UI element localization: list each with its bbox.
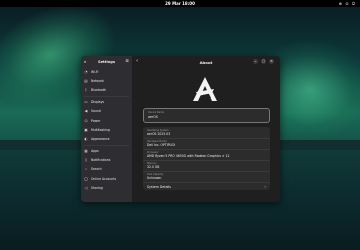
sidebar-item-label: Apps <box>91 149 99 154</box>
sidebar-header: ⌕ Settings ≡ <box>81 56 132 67</box>
sidebar-item-multitasking[interactable]: ▣ Multitasking <box>81 125 132 134</box>
system-status-icons[interactable]: ⊕ ⊙ ⏻ <box>339 1 356 6</box>
info-value: Dell Inc. OPTIPLEX <box>147 143 176 148</box>
settings-window: ⌕ Settings ≡ ◔ Wi-Fi ▤ Network ᛒ Bluetooth ▭ Di… <box>81 56 280 202</box>
sidebar-item-label: Wi-Fi <box>91 69 99 74</box>
top-bar: 29 Mar 18:00 ⊕ ⊙ ⏻ <box>0 0 360 7</box>
sidebar-item-label: Sound <box>91 109 101 114</box>
network-icon: ▤ <box>84 78 88 83</box>
sidebar-item-online-accounts[interactable]: ◯ Online Accounts <box>81 174 132 183</box>
info-row: Hardware Model Dell Inc. OPTIPLEX <box>143 138 270 149</box>
sidebar-item-label: Search <box>91 167 102 172</box>
search-icon: ⌕ <box>84 167 87 172</box>
clock[interactable]: 29 Mar 18:00 <box>0 1 360 6</box>
accounts-icon: ◯ <box>84 176 89 181</box>
sidebar-item-label: Appearance <box>91 136 110 141</box>
sidebar-item-power[interactable]: ⏻ Power <box>81 116 132 125</box>
info-row: Memory 32.0 GB <box>143 160 270 171</box>
sidebar: ⌕ Settings ≡ ◔ Wi-Fi ▤ Network ᛒ Bluetooth ▭ Di… <box>81 56 132 202</box>
sharing-icon: ◁ <box>84 185 88 190</box>
sidebar-item-label: Multitasking <box>91 127 110 132</box>
appearance-icon: ◐ <box>84 136 88 141</box>
info-value: 32.0 GB <box>147 165 160 170</box>
minimize-icon[interactable]: – <box>253 58 258 64</box>
sidebar-item-sound[interactable]: ◀ Sound <box>81 107 132 116</box>
sidebar-item-notifications[interactable]: ◊ Notifications <box>81 156 132 165</box>
sidebar-item-apps[interactable]: ▦ Apps <box>81 147 132 156</box>
about-header: ‹ About – □ × <box>132 56 280 67</box>
sidebar-item-bluetooth[interactable]: ᛒ Bluetooth <box>81 85 132 94</box>
sidebar-item-appearance[interactable]: ◐ Appearance <box>81 134 132 143</box>
info-row: Operating System aerOS 2025.03 <box>143 127 270 138</box>
system-info-card: Operating System aerOS 2025.03 Hardware Mo… <box>143 127 270 190</box>
sidebar-item-search[interactable]: ⌕ Search <box>81 165 132 174</box>
multitasking-icon: ▣ <box>84 127 88 132</box>
sidebar-item-label: Online Accounts <box>91 176 117 181</box>
info-value: Unknown <box>147 176 162 181</box>
info-row: Disk Capacity Unknown <box>143 171 270 182</box>
system-details-label: System Details <box>147 184 171 189</box>
menu-icon[interactable]: ≡ <box>125 59 129 64</box>
sidebar-divider <box>84 144 129 146</box>
chevron-right-icon: › <box>264 184 266 189</box>
sidebar-item-label: Power <box>91 118 101 123</box>
info-row: Processor AMD Ryzen 5 PRO 4650G with Rade… <box>143 149 270 160</box>
sidebar-item-label: Displays <box>91 100 105 105</box>
sidebar-item-label: Network <box>91 78 104 83</box>
device-name-field[interactable]: Device Name aerOS <box>143 108 270 123</box>
power-icon: ⏻ <box>84 118 88 123</box>
sidebar-item-displays[interactable]: ▭ Displays <box>81 98 132 107</box>
sidebar-item-network[interactable]: ▤ Network <box>81 76 132 85</box>
close-icon[interactable]: × <box>269 58 274 64</box>
sidebar-item-sharing[interactable]: ◁ Sharing <box>81 183 132 192</box>
distro-logo <box>193 77 217 101</box>
apps-icon: ▦ <box>84 149 88 154</box>
wifi-icon: ◔ <box>84 69 88 74</box>
bluetooth-icon: ᛒ <box>84 87 88 92</box>
sidebar-item-label: Notifications <box>91 158 111 163</box>
sidebar-item-label: Bluetooth <box>91 87 107 92</box>
bell-icon: ◊ <box>85 158 87 163</box>
sound-icon: ◀ <box>84 109 88 114</box>
sidebar-divider <box>84 95 129 97</box>
maximize-icon[interactable]: □ <box>261 58 266 64</box>
info-value: aerOS 2025.03 <box>147 132 171 137</box>
sidebar-item-label: Sharing <box>91 185 103 190</box>
info-value: AMD Ryzen 5 PRO 4650G with Radeon Graphi… <box>147 154 230 159</box>
sidebar-list: ◔ Wi-Fi ▤ Network ᛒ Bluetooth ▭ Displays ◀ Sound ⏻… <box>81 67 132 192</box>
sidebar-item-wi-fi[interactable]: ◔ Wi-Fi <box>81 67 132 76</box>
display-icon: ▭ <box>84 100 88 105</box>
device-name-value[interactable]: aerOS <box>144 114 269 119</box>
system-details-row[interactable]: System Details › <box>143 182 270 191</box>
about-panel: ‹ About – □ × Device Name aerOS Operatin… <box>132 56 280 202</box>
